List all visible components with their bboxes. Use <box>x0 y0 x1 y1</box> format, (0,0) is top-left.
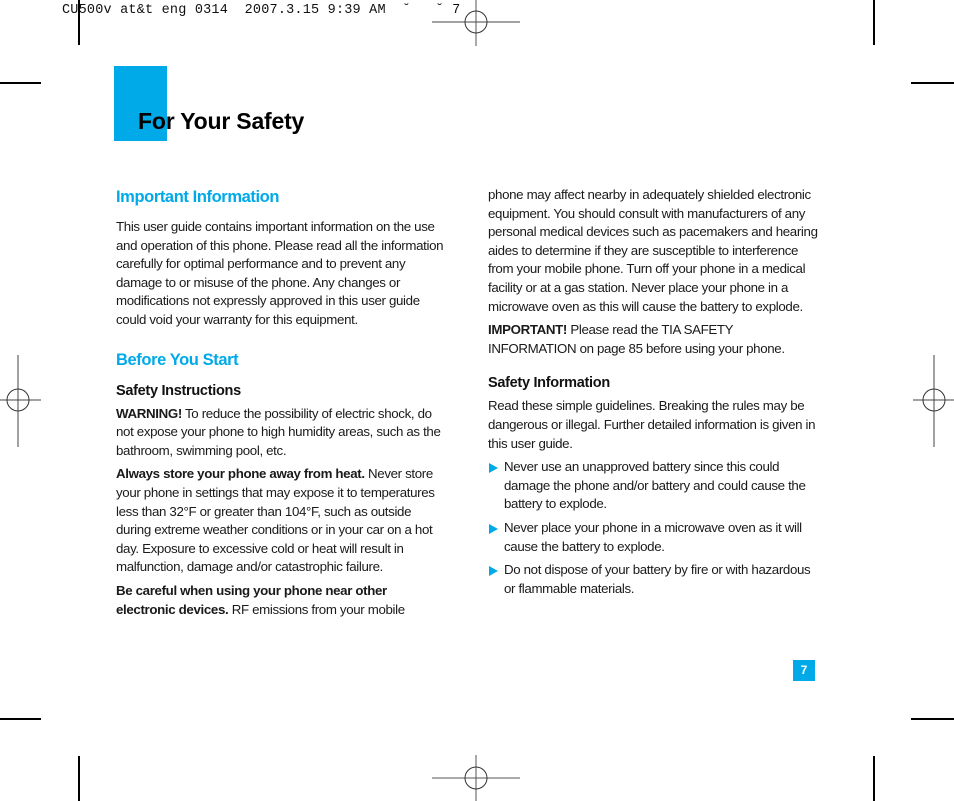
registration-mark-right-icon <box>913 355 954 447</box>
page-title: For Your Safety <box>138 108 305 134</box>
bullet-item: Do not dispose of your battery by fire o… <box>488 561 824 598</box>
printer-slug: CU500v at&t eng 0314 2007.3.15 9:39 AM ˘… <box>62 3 461 18</box>
safety-instructions-heading: Safety Instructions <box>116 382 241 399</box>
right-column: phone may affect nearby in adequately sh… <box>488 186 824 603</box>
warning-lead: WARNING! <box>116 405 182 421</box>
crop-mark-bottom-left-vertical <box>78 756 80 801</box>
crop-mark-bottom-left-horizontal <box>0 718 41 720</box>
heat-lead: Always store your phone away from heat. <box>116 466 365 482</box>
crop-mark-top-left-vertical <box>78 0 80 45</box>
registration-mark-left-icon <box>0 355 41 447</box>
continued-paragraph: phone may affect nearby in adequately sh… <box>488 187 818 314</box>
crop-mark-top-right-horizontal <box>911 82 954 84</box>
crop-mark-bottom-right-vertical <box>873 756 875 801</box>
registration-mark-top-icon <box>432 0 520 46</box>
important-information-heading: Important Information <box>116 188 280 206</box>
registration-mark-bottom-icon <box>432 755 520 801</box>
triangle-bullet-icon <box>489 566 498 577</box>
important-lead: IMPORTANT! <box>488 322 567 338</box>
triangle-bullet-icon <box>489 523 498 534</box>
triangle-bullet-icon <box>489 463 498 474</box>
safety-information-heading: Safety Information <box>488 375 610 392</box>
warning-paragraph: WARNING! To reduce the possibility of el… <box>116 405 448 461</box>
careful-text: RF emissions from your mobile <box>228 601 405 617</box>
bullet-text: Never use an unapproved battery since th… <box>504 459 806 512</box>
page-number: 7 <box>793 660 815 681</box>
safety-information-intro: Read these simple guidelines. Breaking t… <box>488 398 816 451</box>
heat-paragraph: Always store your phone away from heat. … <box>116 465 448 577</box>
crop-mark-top-right-vertical <box>873 0 875 45</box>
important-information-body: This user guide contains important infor… <box>116 219 444 327</box>
left-column: Important Information This user guide co… <box>116 186 448 624</box>
crop-mark-bottom-right-horizontal <box>911 718 954 720</box>
bullet-item: Never place your phone in a microwave ov… <box>488 519 824 556</box>
heat-text: Never store your phone in settings that … <box>116 466 435 575</box>
before-you-start-heading: Before You Start <box>116 350 239 369</box>
important-paragraph: IMPORTANT! Please read the TIA SAFETY IN… <box>488 321 824 358</box>
bullet-item: Never use an unapproved battery since th… <box>488 458 824 514</box>
bullet-text: Never place your phone in a microwave ov… <box>504 519 802 554</box>
electronic-devices-paragraph: Be careful when using your phone near ot… <box>116 582 448 619</box>
crop-mark-top-left-horizontal <box>0 82 41 84</box>
bullet-text: Do not dispose of your battery by fire o… <box>504 562 811 596</box>
